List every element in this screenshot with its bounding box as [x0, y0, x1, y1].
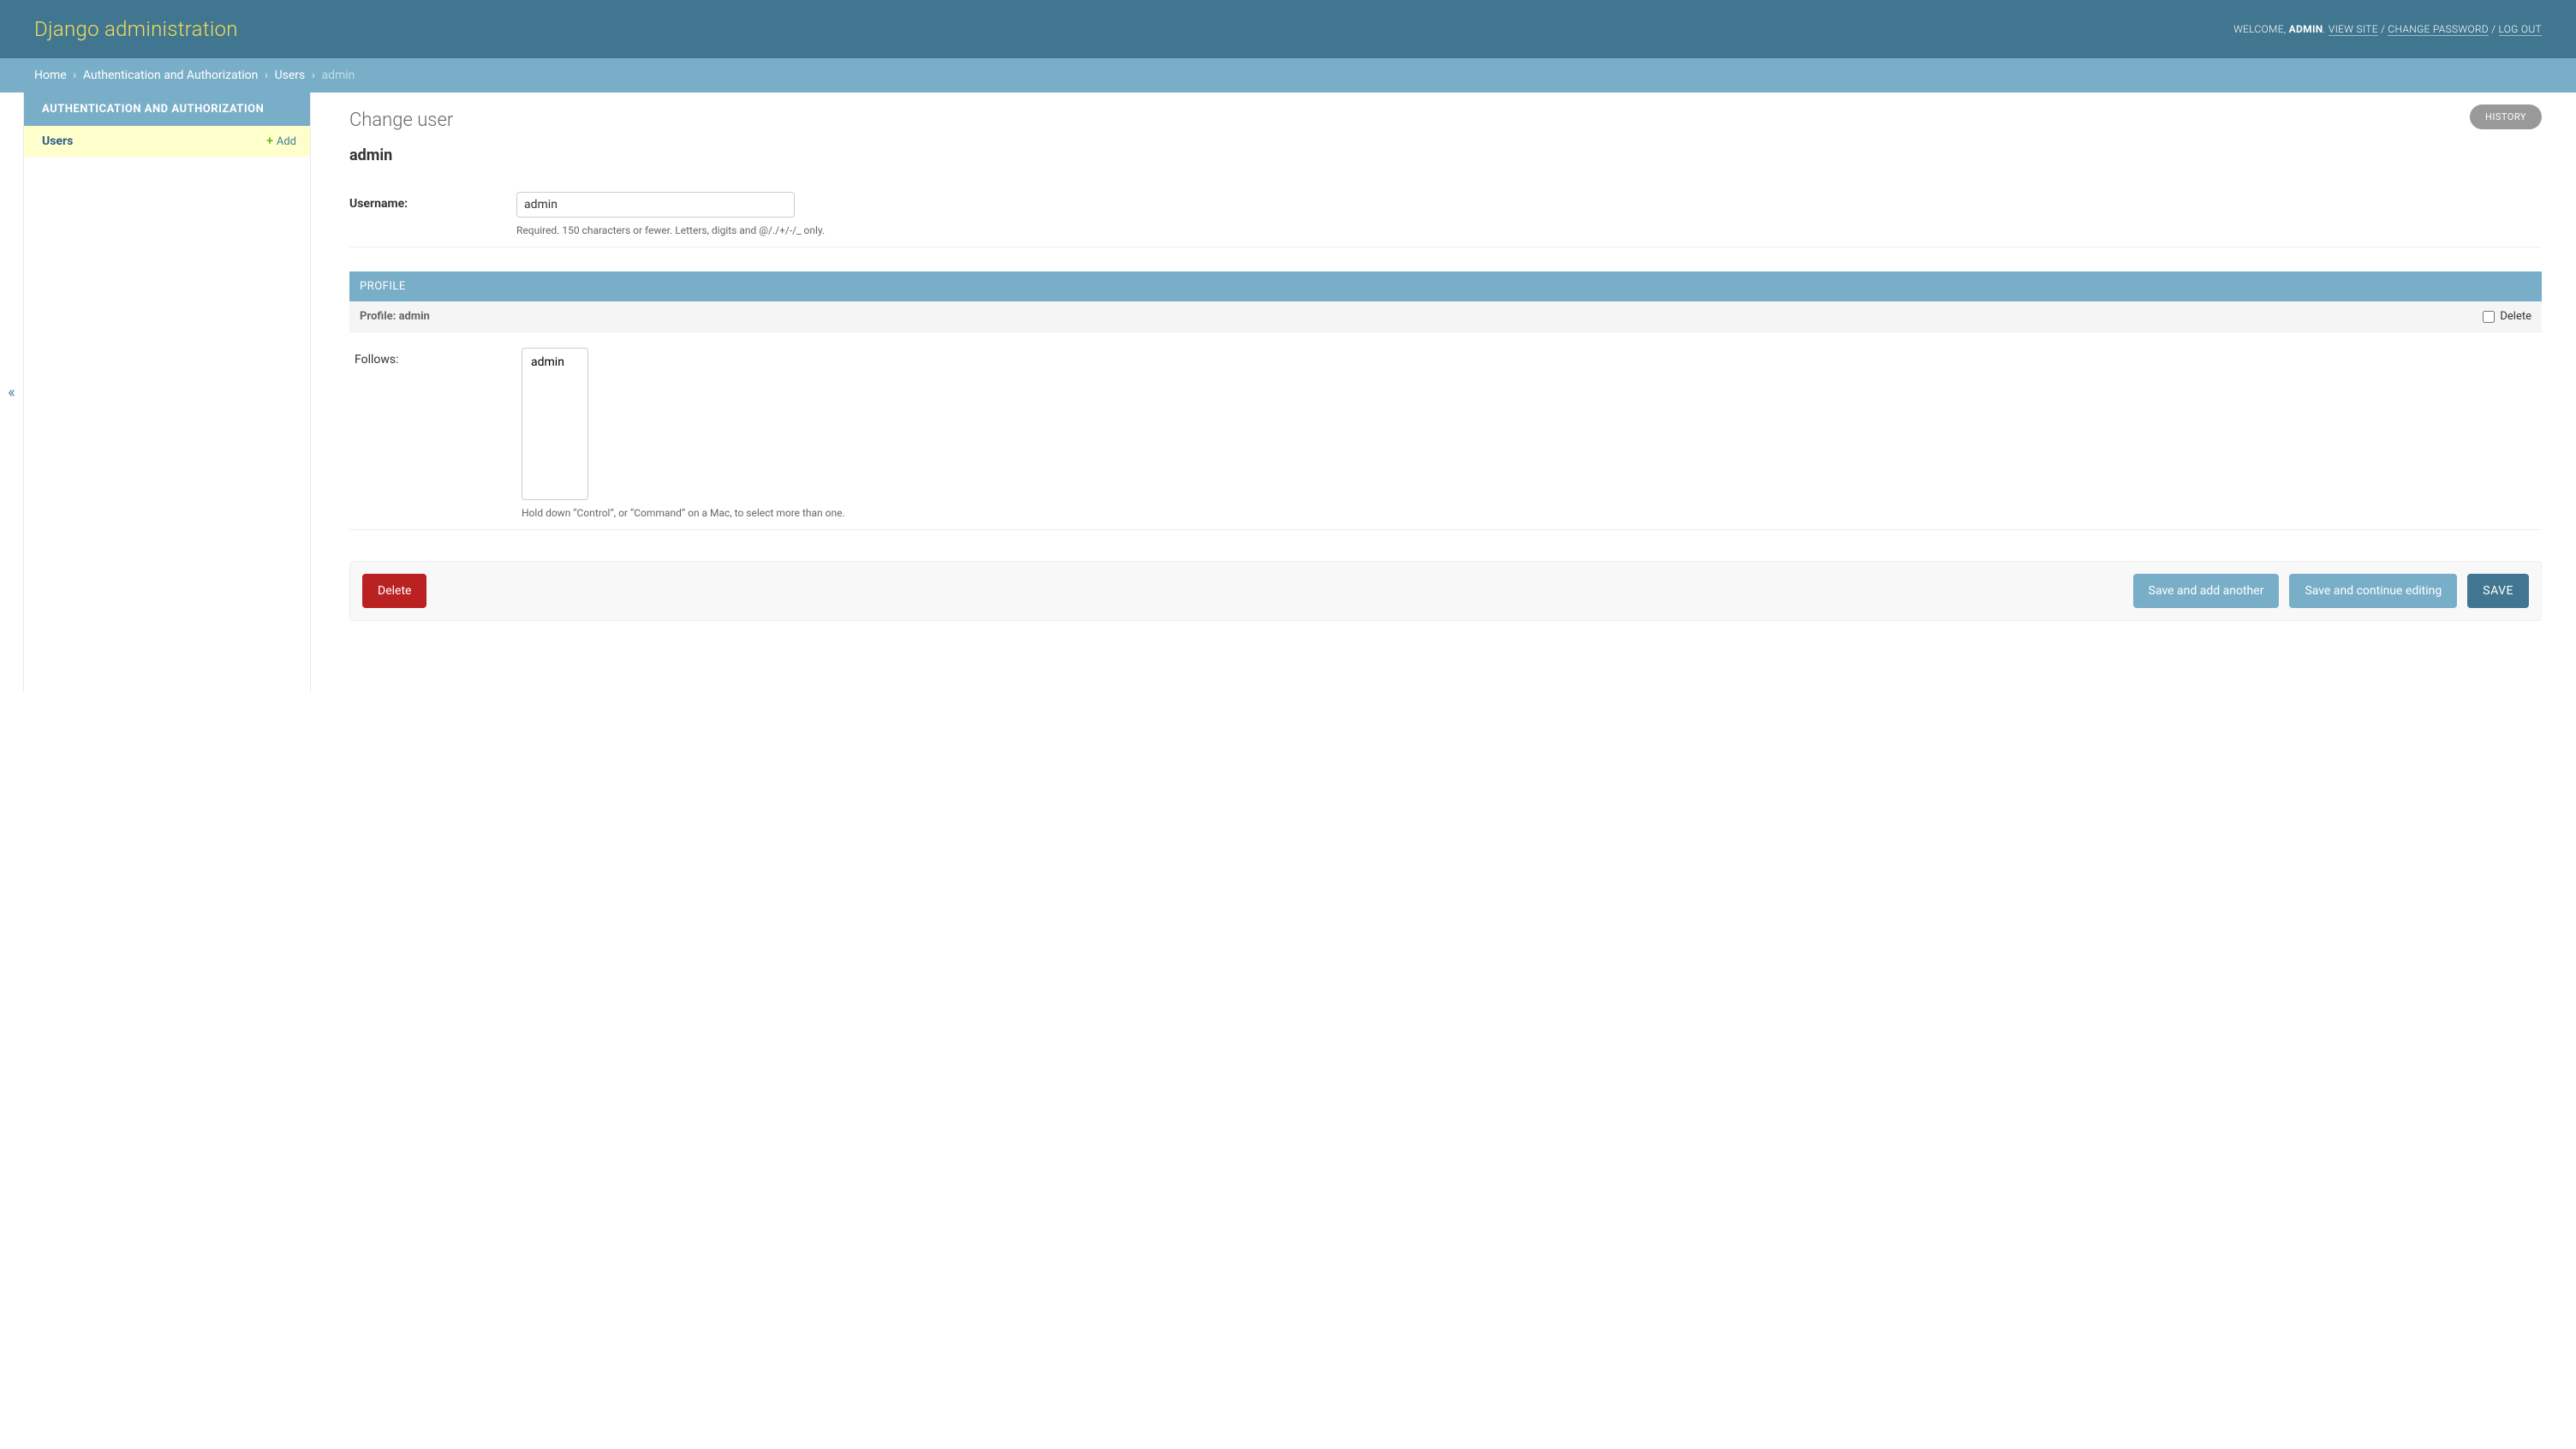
inline-delete-checkbox[interactable]	[2483, 311, 2495, 323]
welcome-username: ADMIN	[2289, 23, 2323, 35]
breadcrumb-sep: ›	[265, 69, 268, 82]
form-row-follows: Follows: admin Hold down “Control”, or “…	[349, 337, 2542, 530]
header-bar: Django administration WELCOME, ADMIN. VI…	[0, 0, 2576, 58]
site-title: Django administration	[34, 17, 238, 41]
follows-label: Follows:	[355, 348, 522, 367]
follows-option[interactable]: admin	[526, 352, 584, 373]
sidebar-item-label[interactable]: Users	[42, 134, 73, 148]
plus-icon: +	[266, 134, 273, 148]
user-tools: WELCOME, ADMIN. VIEW SITE / CHANGE PASSW…	[2233, 23, 2542, 35]
breadcrumb: Home › Authentication and Authorization …	[0, 58, 2576, 92]
submit-row: Delete Save and add another Save and con…	[349, 561, 2542, 621]
breadcrumb-sep: ›	[73, 69, 76, 82]
sidebar-toggle[interactable]: «	[0, 92, 24, 692]
save-continue-button[interactable]: Save and continue editing	[2289, 574, 2457, 608]
main-content: HISTORY Change user admin Username: Requ…	[311, 92, 2576, 692]
save-button[interactable]: SAVE	[2467, 574, 2529, 608]
breadcrumb-sep: ›	[312, 69, 315, 82]
follows-select[interactable]: admin	[522, 348, 588, 500]
object-tools: HISTORY	[2470, 104, 2542, 129]
delete-button[interactable]: Delete	[362, 574, 426, 608]
page-title: Change user	[349, 110, 2542, 131]
add-user-link[interactable]: + Add	[266, 134, 296, 148]
sidebar-item-users[interactable]: Users + Add	[24, 126, 310, 157]
inline-delete-label: Delete	[2500, 310, 2531, 323]
history-button[interactable]: HISTORY	[2470, 104, 2542, 129]
breadcrumb-model[interactable]: Users	[275, 69, 306, 82]
inline-delete-toggle[interactable]: Delete	[2483, 310, 2531, 323]
save-add-another-button[interactable]: Save and add another	[2133, 574, 2280, 608]
chevron-left-icon: «	[8, 384, 15, 402]
log-out-link[interactable]: LOG OUT	[2499, 23, 2543, 36]
inline-item: Profile: admin Delete Follows: admin Ho	[349, 301, 2542, 535]
change-password-link[interactable]: CHANGE PASSWORD	[2388, 23, 2489, 36]
follows-help: Hold down “Control”, or “Command” on a M…	[522, 507, 2537, 519]
username-label: Username:	[349, 192, 516, 211]
inline-subheading-row: Profile: admin Delete	[349, 301, 2542, 332]
view-site-link[interactable]: VIEW SITE	[2329, 23, 2378, 36]
nav-sidebar: AUTHENTICATION AND AUTHORIZATION Users +…	[24, 92, 311, 692]
breadcrumb-app[interactable]: Authentication and Authorization	[83, 69, 259, 82]
profile-inline: PROFILE Profile: admin Delete Follows: a…	[349, 271, 2542, 535]
breadcrumb-home[interactable]: Home	[34, 69, 67, 82]
inline-heading: PROFILE	[349, 271, 2542, 301]
inline-subheading: Profile: admin	[360, 310, 430, 323]
username-help: Required. 150 characters or fewer. Lette…	[516, 224, 2542, 236]
sidebar-section-caption: AUTHENTICATION AND AUTHORIZATION	[24, 92, 310, 126]
add-label: Add	[277, 135, 296, 148]
breadcrumb-current: admin	[321, 69, 355, 82]
object-name: admin	[349, 146, 2542, 164]
username-input[interactable]	[516, 192, 795, 218]
welcome-text: WELCOME,	[2233, 23, 2289, 35]
form-row-username: Username: Required. 150 characters or fe…	[349, 182, 2542, 247]
